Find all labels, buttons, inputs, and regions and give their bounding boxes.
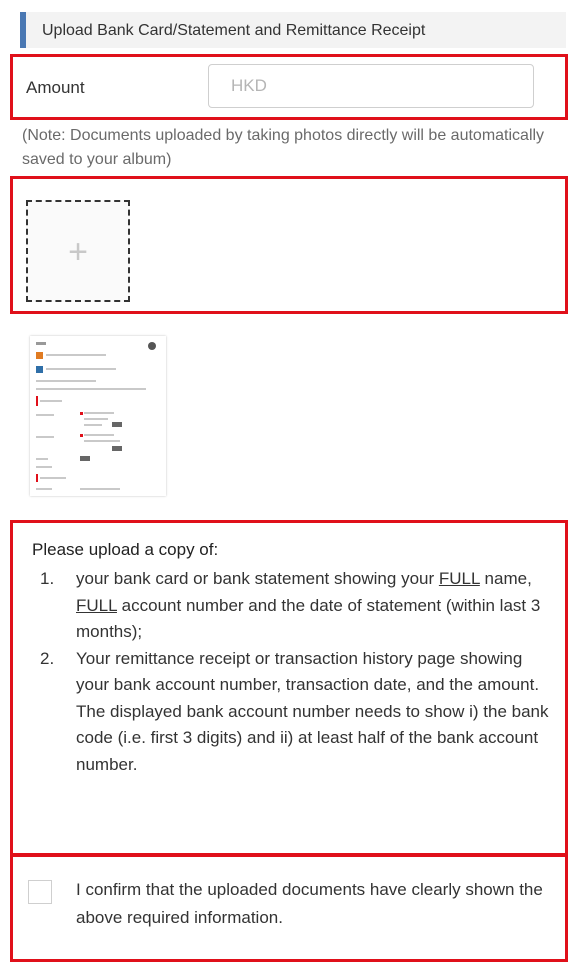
- list-item: 1. your bank card or bank statement show…: [40, 566, 560, 646]
- section-header: Upload Bank Card/Statement and Remittanc…: [20, 12, 566, 48]
- emphasis-full: FULL: [76, 595, 117, 615]
- emphasis-full: FULL: [438, 569, 480, 588]
- section-title: Upload Bank Card/Statement and Remittanc…: [42, 22, 426, 39]
- instructions-intro: Please upload a copy of:: [32, 540, 219, 559]
- list-item-number: 2.: [40, 648, 55, 668]
- confirm-label: I confirm that the uploaded documents ha…: [76, 880, 543, 927]
- upload-note: (Note: Documents uploaded by taking phot…: [22, 127, 545, 168]
- sample-document-image: [30, 336, 166, 496]
- list-item-text: Your remittance receipt or transaction h…: [76, 648, 549, 774]
- confirm-checkbox[interactable]: [28, 880, 52, 904]
- list-item-text: account number and the date of statement…: [76, 595, 541, 642]
- list-item-number: 1.: [40, 569, 55, 588]
- section-accent-bar: [20, 12, 26, 48]
- plus-icon: +: [68, 233, 88, 271]
- amount-label: Amount: [26, 78, 85, 97]
- list-item-text: name,: [479, 569, 532, 588]
- amount-input[interactable]: [208, 64, 534, 108]
- instructions-list: 1. your bank card or bank statement show…: [40, 566, 560, 778]
- upload-photo-button[interactable]: +: [26, 200, 130, 302]
- list-item: 2. Your remittance receipt or transactio…: [40, 646, 560, 779]
- list-item-text: your bank card or bank statement showing…: [76, 569, 439, 588]
